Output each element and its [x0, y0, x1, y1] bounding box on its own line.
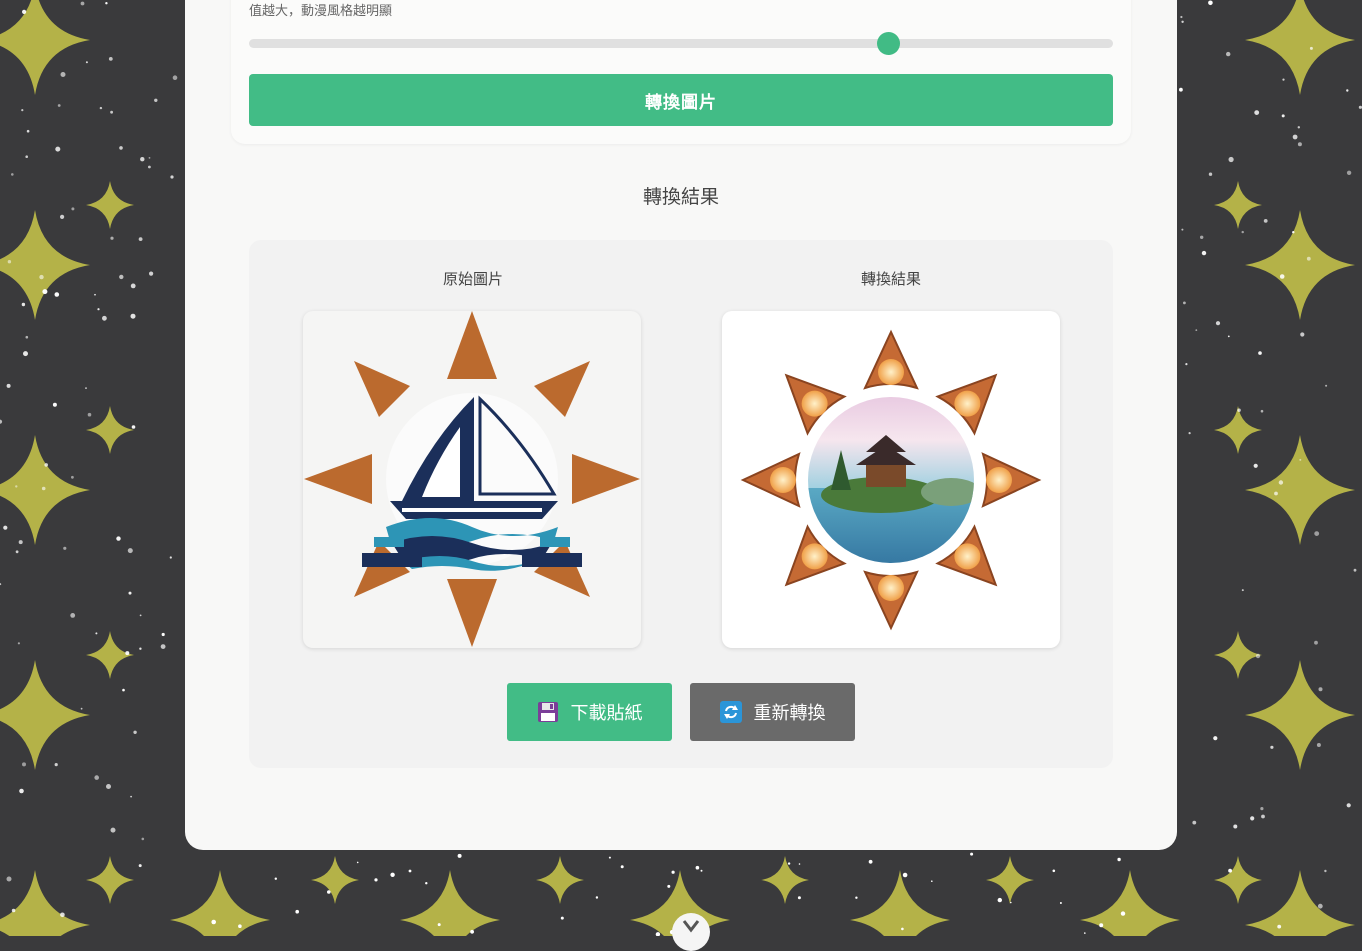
convert-image-button[interactable]: 轉換圖片	[249, 74, 1113, 126]
reconvert-label: 重新轉換	[753, 703, 826, 724]
style-strength-slider[interactable]	[249, 32, 1113, 55]
scroll-down-button[interactable]	[672, 913, 710, 951]
download-sticker-button[interactable]: 下載貼紙	[507, 683, 672, 741]
original-image	[303, 311, 641, 648]
reconvert-button[interactable]: 重新轉換	[690, 683, 855, 741]
floppy-disk-icon	[537, 702, 558, 722]
converted-image	[722, 311, 1060, 648]
main-card: 值越大，動漫風格越明顯 轉換圖片 轉換結果 原始圖片 轉換結果 下載貼紙 重新轉…	[185, 0, 1177, 850]
original-image-label: 原始圖片	[442, 270, 503, 288]
refresh-icon	[719, 701, 742, 723]
slider-hint: 值越大，動漫風格越明顯	[249, 4, 393, 19]
settings-panel: 值越大，動漫風格越明顯 轉換圖片	[231, 0, 1131, 144]
download-sticker-label: 下載貼紙	[570, 703, 643, 724]
converted-image-label: 轉換結果	[860, 270, 921, 288]
result-panel: 原始圖片 轉換結果 下載貼紙 重新轉換	[249, 240, 1113, 768]
result-section-title: 轉換結果	[642, 186, 719, 208]
slider-thumb[interactable]	[877, 32, 901, 55]
chevron-down-icon	[682, 920, 700, 933]
